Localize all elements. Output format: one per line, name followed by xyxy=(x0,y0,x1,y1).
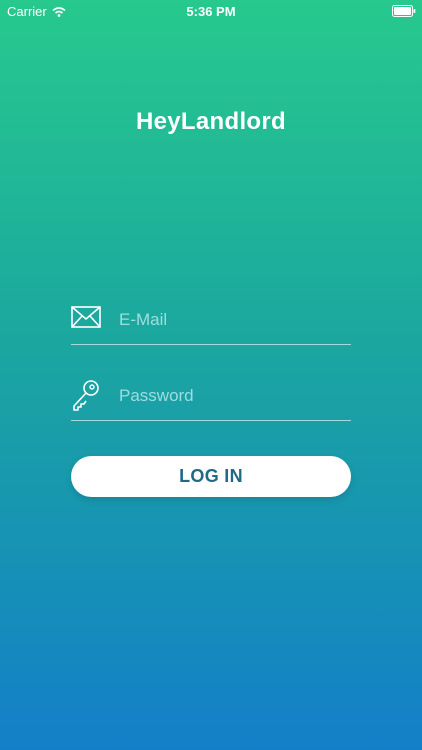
email-field xyxy=(71,300,351,345)
envelope-icon xyxy=(71,303,101,335)
app-title: HeyLandlord xyxy=(136,108,286,135)
login-screen: Carrier 5:36 PM HeyLandlord E-Mail LOG I… xyxy=(0,0,422,750)
password-field xyxy=(71,376,351,421)
status-bar: Carrier 5:36 PM xyxy=(0,0,422,22)
password-input[interactable] xyxy=(119,380,347,412)
email-input[interactable] xyxy=(119,304,347,336)
key-icon xyxy=(71,379,101,411)
status-time: 5:36 PM xyxy=(186,4,236,19)
battery-icon xyxy=(392,5,416,17)
login-button[interactable]: LOG IN xyxy=(71,456,351,497)
